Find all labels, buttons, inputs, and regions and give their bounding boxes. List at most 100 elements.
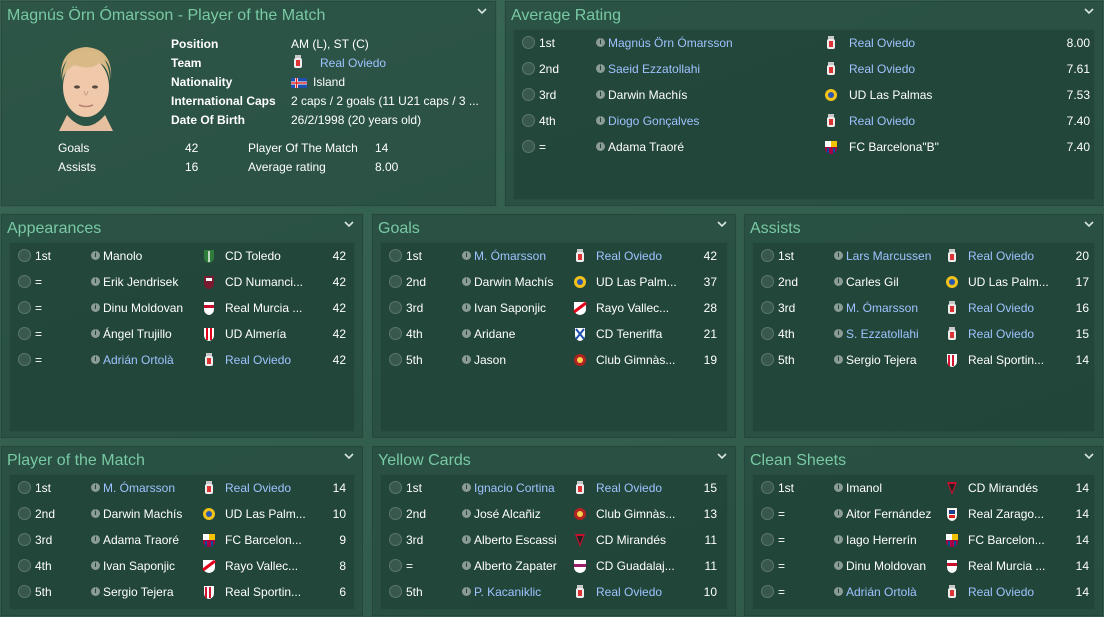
info-icon[interactable]: i	[834, 535, 843, 544]
select-radio[interactable]	[389, 275, 402, 288]
select-radio[interactable]	[389, 507, 402, 520]
select-radio[interactable]	[761, 559, 774, 572]
club-name[interactable]: Real Murcia ...	[225, 301, 310, 315]
info-icon[interactable]: i	[91, 303, 100, 312]
info-icon[interactable]: i	[834, 587, 843, 596]
player-name[interactable]: Imanol	[846, 481, 941, 495]
club-name[interactable]: UD Las Palm...	[225, 507, 310, 521]
list-item[interactable]: = i Alberto Zapater CD Guadalaj... 11	[381, 553, 727, 579]
player-name[interactable]: Alberto Zapater	[474, 559, 569, 573]
info-icon[interactable]: i	[462, 535, 471, 544]
select-radio[interactable]	[18, 507, 31, 520]
player-name[interactable]: Darwin Machís	[103, 507, 198, 521]
select-radio[interactable]	[761, 275, 774, 288]
list-item[interactable]: 1st i M. Ómarsson Real Oviedo 14	[10, 475, 354, 501]
chevron-down-icon[interactable]	[1083, 450, 1097, 464]
list-item[interactable]: = i Adama Traoré FC Barcelona"B" 7.40	[514, 134, 1094, 160]
club-name[interactable]: Club Gimnàs...	[596, 507, 681, 521]
select-radio[interactable]	[18, 301, 31, 314]
club-name[interactable]: Real Oviedo	[596, 249, 681, 263]
select-radio[interactable]	[18, 533, 31, 546]
info-icon[interactable]: i	[91, 277, 100, 286]
list-item[interactable]: 2nd i Saeid Ezzatollahi Real Oviedo 7.61	[514, 56, 1094, 82]
club-name[interactable]: Real Sportin...	[225, 585, 310, 599]
list-item[interactable]: 2nd i Darwin Machís UD Las Palm... 37	[381, 269, 727, 295]
info-icon[interactable]: i	[596, 90, 605, 99]
info-icon[interactable]: i	[91, 509, 100, 518]
list-item[interactable]: 5th i Sergio Tejera Real Sportin... 6	[10, 579, 354, 605]
select-radio[interactable]	[18, 249, 31, 262]
select-radio[interactable]	[18, 559, 31, 572]
player-name[interactable]: Ángel Trujillo	[103, 327, 198, 341]
select-radio[interactable]	[761, 353, 774, 366]
player-name[interactable]: Ivan Saponjic	[474, 301, 569, 315]
info-icon[interactable]: i	[462, 355, 471, 364]
club-name[interactable]: CD Toledo	[225, 249, 310, 263]
club-name[interactable]: UD Las Palm...	[968, 275, 1053, 289]
player-name[interactable]: Dinu Moldovan	[846, 559, 941, 573]
list-item[interactable]: 2nd i José Alcañiz Club Gimnàs... 13	[381, 501, 727, 527]
chevron-down-icon[interactable]	[716, 450, 730, 464]
info-icon[interactable]: i	[462, 277, 471, 286]
info-icon[interactable]: i	[462, 483, 471, 492]
player-name[interactable]: Adrián Ortolà	[846, 585, 941, 599]
club-name[interactable]: Rayo Vallec...	[596, 301, 681, 315]
list-item[interactable]: 2nd i Darwin Machís UD Las Palm... 10	[10, 501, 354, 527]
info-icon[interactable]: i	[462, 587, 471, 596]
player-name[interactable]: M. Ómarsson	[103, 481, 198, 495]
club-name[interactable]: UD Las Palm...	[596, 275, 681, 289]
player-name[interactable]: Manolo	[103, 249, 198, 263]
select-radio[interactable]	[18, 353, 31, 366]
select-radio[interactable]	[761, 481, 774, 494]
select-radio[interactable]	[522, 88, 535, 101]
club-name[interactable]: FC Barcelona"B"	[849, 140, 989, 154]
player-name[interactable]: Ivan Saponjic	[103, 559, 198, 573]
select-radio[interactable]	[522, 36, 535, 49]
player-name[interactable]: Darwin Machís	[608, 88, 808, 102]
select-radio[interactable]	[389, 353, 402, 366]
list-item[interactable]: 4th i Diogo Gonçalves Real Oviedo 7.40	[514, 108, 1094, 134]
player-name[interactable]: S. Ezzatollahi	[846, 327, 941, 341]
list-item[interactable]: 4th i S. Ezzatollahi Real Oviedo 15	[753, 321, 1094, 347]
player-name[interactable]: Adama Traoré	[608, 140, 808, 154]
info-icon[interactable]: i	[834, 509, 843, 518]
list-item[interactable]: 1st i Lars Marcussen Real Oviedo 20	[753, 243, 1094, 269]
club-name[interactable]: Club Gimnàs...	[596, 353, 681, 367]
player-name[interactable]: Sergio Tejera	[846, 353, 941, 367]
info-icon[interactable]: i	[91, 355, 100, 364]
info-icon[interactable]: i	[91, 251, 100, 260]
select-radio[interactable]	[18, 585, 31, 598]
club-name[interactable]: FC Barcelon...	[225, 533, 310, 547]
list-item[interactable]: 1st i Imanol CD Mirandés 14	[753, 475, 1094, 501]
list-item[interactable]: 5th i Jason Club Gimnàs... 19	[381, 347, 727, 373]
select-radio[interactable]	[389, 533, 402, 546]
list-item[interactable]: 3rd i Alberto Escassi CD Mirandés 11	[381, 527, 727, 553]
player-name[interactable]: Carles Gil	[846, 275, 941, 289]
info-icon[interactable]: i	[91, 587, 100, 596]
select-radio[interactable]	[389, 249, 402, 262]
select-radio[interactable]	[761, 327, 774, 340]
info-icon[interactable]: i	[834, 561, 843, 570]
info-icon[interactable]: i	[91, 483, 100, 492]
info-icon[interactable]: i	[462, 329, 471, 338]
info-icon[interactable]: i	[834, 355, 843, 364]
club-name[interactable]: UD Las Palmas	[849, 88, 989, 102]
select-radio[interactable]	[761, 301, 774, 314]
info-icon[interactable]: i	[834, 483, 843, 492]
select-radio[interactable]	[18, 275, 31, 288]
player-name[interactable]: Sergio Tejera	[103, 585, 198, 599]
chevron-down-icon[interactable]	[343, 218, 357, 232]
list-item[interactable]: 5th i P. Kacaniklic Real Oviedo 10	[381, 579, 727, 605]
select-radio[interactable]	[761, 249, 774, 262]
club-name[interactable]: CD Numanci...	[225, 275, 310, 289]
club-name[interactable]: CD Mirandés	[596, 533, 681, 547]
club-name[interactable]: Real Zarago...	[968, 507, 1053, 521]
list-item[interactable]: 4th i Ivan Saponjic Rayo Vallec... 8	[10, 553, 354, 579]
list-item[interactable]: = i Adrián Ortolà Real Oviedo 14	[753, 579, 1094, 605]
player-name[interactable]: Iago Herrerín	[846, 533, 941, 547]
info-icon[interactable]: i	[834, 251, 843, 260]
chevron-down-icon[interactable]	[476, 5, 490, 19]
player-name[interactable]: Adrián Ortolà	[103, 353, 198, 367]
club-name[interactable]: Real Oviedo	[849, 114, 989, 128]
player-name[interactable]: Dinu Moldovan	[103, 301, 198, 315]
